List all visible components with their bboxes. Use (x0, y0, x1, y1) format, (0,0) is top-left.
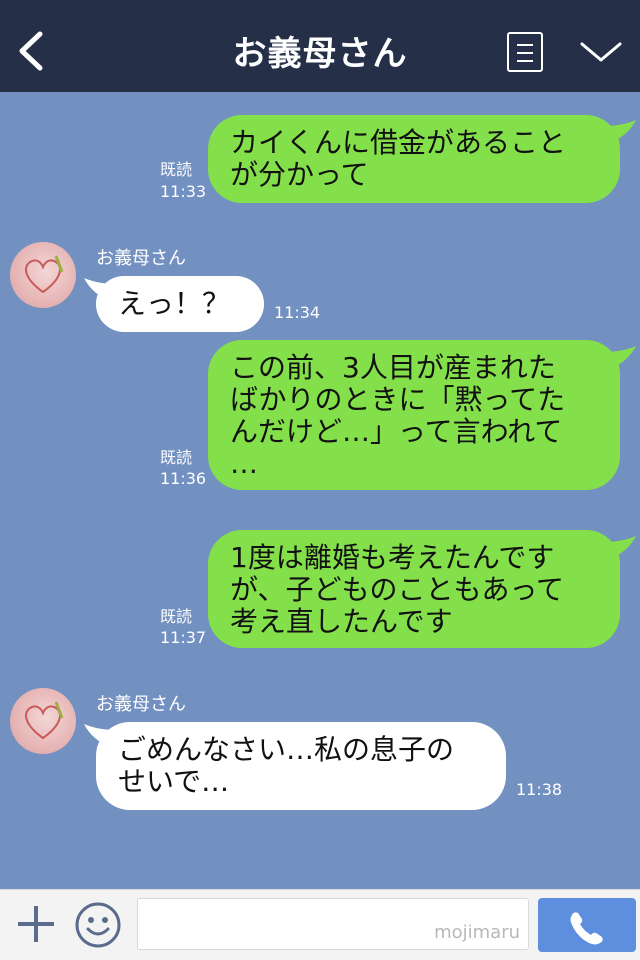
read-receipt: 既読 (160, 607, 193, 626)
bubble-tail (604, 120, 636, 144)
message-input[interactable]: mojimaru (137, 898, 529, 950)
plus-icon[interactable] (14, 902, 58, 946)
menu-list-icon[interactable] (507, 32, 543, 72)
sender-name: お義母さん (96, 694, 186, 715)
message-time: 11:37 (160, 628, 207, 647)
message-time: 11:34 (274, 303, 321, 322)
watermark: mojimaru (434, 922, 520, 943)
message-time: 11:33 (160, 182, 207, 201)
input-toolbar: mojimaru (0, 889, 640, 960)
message-bubble[interactable]: この前、3人目が産まれた ばかりのときに「黙ってた んだけど…」って言われて … (208, 340, 620, 490)
bubble-tail (604, 536, 636, 560)
message-time: 11:36 (160, 469, 207, 488)
message-bubble[interactable]: ごめんなさい…私の息子の せいで… (96, 722, 506, 810)
avatar-heart-icon (25, 255, 64, 294)
message-bubble[interactable]: えっ！？ (96, 276, 264, 332)
message-bubble[interactable]: 1度は離婚も考えたんです が、子どものこともあって 考え直したんです (208, 530, 620, 648)
avatar[interactable] (10, 688, 76, 754)
avatar[interactable] (10, 242, 76, 308)
chat-area[interactable]: 既読 11:33 カイくんに借金があること が分かって お義母さん えっ！？ 1… (0, 92, 640, 889)
emoji-icon[interactable] (74, 901, 122, 949)
message-time: 11:38 (516, 780, 563, 799)
sender-name: お義母さん (96, 248, 186, 269)
call-button[interactable] (538, 898, 636, 952)
read-receipt: 既読 (160, 448, 193, 467)
message-bubble[interactable]: カイくんに借金があること が分かって (208, 115, 620, 203)
read-receipt: 既読 (160, 160, 193, 179)
phone-icon (570, 912, 603, 945)
chat-title: お義母さん (232, 34, 408, 74)
avatar-heart-icon (25, 701, 64, 740)
bubble-tail (604, 346, 636, 370)
chat-header: お義母さん (0, 0, 640, 92)
chevron-down-icon[interactable] (578, 38, 624, 66)
